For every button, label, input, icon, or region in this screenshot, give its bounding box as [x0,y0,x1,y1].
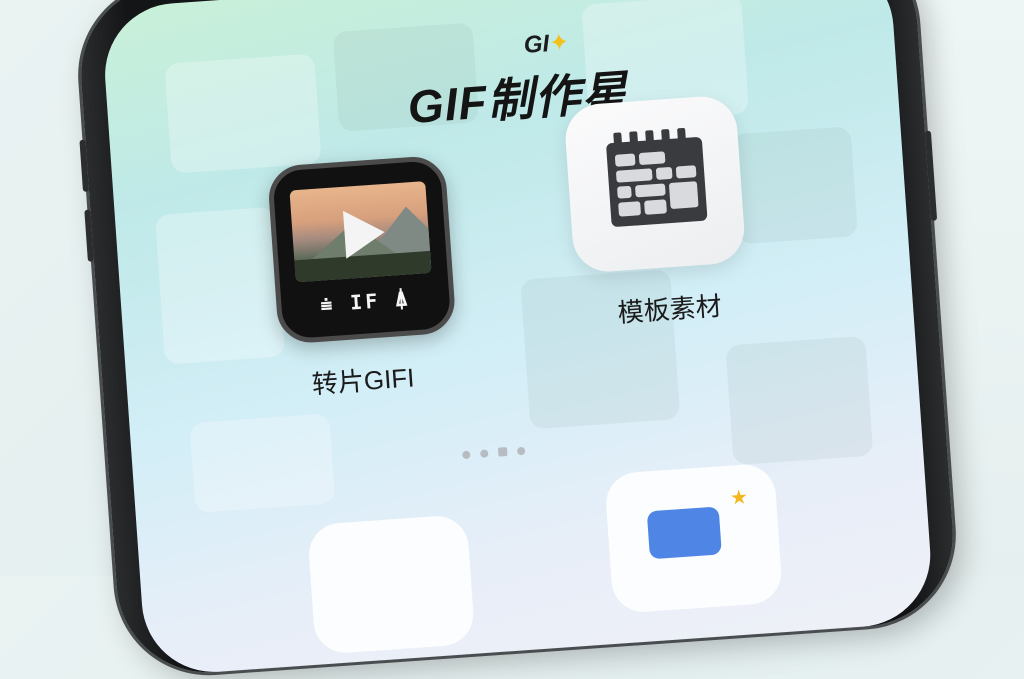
dock-app-camera[interactable]: ★ [604,462,784,615]
brand-mark: GI✦ [522,28,571,59]
phone-frame: GI✦ GIF制作星 ⩧ IF ⍋ 转片GIFI 模板素材 ★ [74,0,960,679]
volume-down-button [84,209,94,262]
background-tile [154,206,286,365]
background-tile [730,126,859,245]
video-play-icon[interactable]: ⩧ IF ⍋ [266,154,457,345]
dock-app-left[interactable] [306,514,476,655]
page-dot[interactable] [516,446,526,455]
background-tile [725,335,874,466]
background-tile [189,413,336,513]
volume-up-button [79,139,90,192]
page-dot[interactable] [497,447,508,457]
page-dot[interactable] [462,450,471,459]
app-convert-gif[interactable]: ⩧ IF ⍋ 转片GIFI [266,154,457,399]
app-templates[interactable]: 模板素材 [563,94,747,328]
play-icon [343,208,387,259]
page-dot[interactable] [479,448,489,458]
icon-caption: ⩧ IF ⍋ [319,286,412,317]
landscape-thumbnail [289,181,432,283]
app-label-convert-gif[interactable]: 转片GIFI [311,357,416,401]
grid-frame [605,127,708,228]
app-label-templates[interactable]: 模板素材 [616,286,723,330]
camera-icon [646,506,722,560]
template-grid-icon[interactable] [563,94,747,274]
background-tile [164,53,322,174]
star-icon: ✦ [548,28,571,58]
page-indicator[interactable] [462,446,526,459]
star-icon: ★ [729,486,749,510]
home-screen: GI✦ GIF制作星 ⩧ IF ⍋ 转片GIFI 模板素材 ★ [100,0,936,677]
